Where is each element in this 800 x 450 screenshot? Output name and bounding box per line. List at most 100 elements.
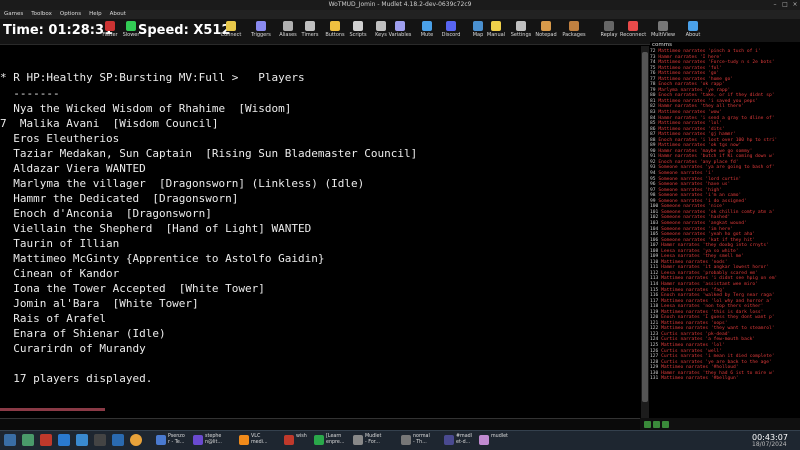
start-menu-icon[interactable]: [4, 434, 16, 446]
terminal-icon[interactable]: [94, 434, 106, 446]
toolbar-button-label: Discord: [441, 32, 461, 38]
menu-toolbox[interactable]: Toolbox: [31, 10, 52, 19]
menu-help[interactable]: Help: [89, 10, 102, 19]
taskbar-task[interactable]: #madl et-d...: [443, 432, 477, 449]
maximize-button[interactable]: □: [780, 0, 790, 10]
main-output-console: * R HP:Healthy SP:Bursting MV:Full > Pla…: [0, 46, 640, 406]
comms-line-text: Someone narrates 'lord curtin': [658, 176, 742, 182]
app-icon[interactable]: [40, 434, 52, 446]
output-line: Enara of Shienar (Idle): [0, 327, 166, 340]
toolbar-manual-button[interactable]: Manual: [483, 20, 509, 44]
comms-line-number: 108: [650, 248, 659, 254]
app-icon[interactable]: [58, 434, 70, 446]
comms-line-number: 75: [650, 65, 656, 71]
comms-line-text: Mattimeo narrates 'i didnt see hpig on e…: [661, 276, 778, 282]
minimize-button[interactable]: –: [770, 0, 780, 10]
app-icon[interactable]: [22, 434, 34, 446]
comms-line-text: Mattimeo narrates '#holloud': [661, 365, 739, 371]
toolbar-button-label: Variables: [388, 32, 412, 38]
menu-games[interactable]: Games: [4, 10, 23, 19]
toolbar-about-button[interactable]: About: [680, 20, 706, 44]
taskbar-task[interactable]: mudlet: [478, 432, 512, 449]
task-app-icon: [401, 435, 411, 445]
task-app-icon: [284, 435, 294, 445]
toolbar-settings-button[interactable]: Settings: [508, 20, 534, 44]
app-icon[interactable]: [130, 434, 142, 446]
comms-line-number: 103: [650, 220, 659, 226]
comms-line-number: 111: [650, 265, 659, 271]
comms-line-text: Hammr narrates 'I here': [658, 54, 722, 60]
comms-line-number: 109: [650, 254, 659, 260]
comms-line-number: 113: [650, 276, 659, 282]
output-line: Iona the Tower Accepted [White Tower]: [0, 282, 265, 295]
toolbar-timers-button[interactable]: Timers: [297, 20, 323, 44]
scrollbar-thumb[interactable]: [642, 52, 648, 402]
comms-line-text: Someone narrates 'angkat wound': [661, 220, 747, 226]
comms-line-text: Someone narrates 'yeah ho got aha': [661, 232, 756, 238]
taskbar-task[interactable]: Mudlet - For...: [352, 432, 386, 449]
toolbar-multiview-button[interactable]: MultiView: [650, 20, 676, 44]
menu-bar: Games Toolbox Options Help About: [0, 10, 800, 19]
app-icon[interactable]: [112, 434, 124, 446]
comms-line-number: 106: [650, 237, 659, 243]
toolbar-discord-button[interactable]: Discord: [438, 20, 464, 44]
comms-line-text: Mattimeo narrates 'lol': [661, 342, 725, 348]
toolbar-variables-button[interactable]: Variables: [387, 20, 413, 44]
task-label: #madl et-d...: [456, 434, 473, 445]
taskbar-task[interactable]: VLC medi...: [238, 432, 272, 449]
comms-line-text: Leesa narrates 'they smell me': [661, 254, 745, 260]
console-scrollbar[interactable]: [641, 46, 649, 418]
comms-line-text: Mattimeo narrates 'home go': [658, 76, 734, 82]
comms-line-text: Someone narrates 'i'm an camo': [658, 193, 742, 199]
taskbar-task[interactable]: stephe n@lit...: [192, 432, 226, 449]
taskbar-task[interactable]: Psenzo r - Te...: [155, 432, 189, 449]
comms-line-text: Hammr narrates 'i send a gray to dline o…: [658, 115, 775, 121]
menu-options[interactable]: Options: [60, 10, 81, 19]
comms-line-text: Hammr narrates 'they all there': [658, 104, 745, 110]
comms-line-text: Curtis narrates 'a few-mouth back': [661, 337, 756, 343]
taskbar-task[interactable]: normal - Th...: [400, 432, 434, 449]
toolbar-triggers-button[interactable]: Triggers: [248, 20, 274, 44]
comms-line-number: 84: [650, 115, 656, 121]
comms-line-text: Curtis narrates 'i mean it died complete…: [661, 354, 775, 360]
comms-line-text: Enoch narrates 'walked by Terg near raga…: [661, 293, 775, 299]
comms-line-text: Enoch narrates 'ok rapp': [658, 82, 725, 88]
task-app-icon: [479, 435, 489, 445]
toolbar-mute-button[interactable]: Mute: [414, 20, 440, 44]
comms-line-text: Someone narrates 'i': [658, 171, 714, 177]
toolbar-packages-button[interactable]: Packages: [561, 20, 587, 44]
toolbar-notepad-button[interactable]: Notepad: [533, 20, 559, 44]
play-icon[interactable]: [653, 420, 660, 428]
output-line: Cinean of Kandor: [0, 267, 120, 280]
toolbar-slower-button[interactable]: Slower: [118, 20, 144, 44]
comms-line-number: 97: [650, 187, 656, 193]
output-line: Aldazar Viera WANTED: [0, 162, 146, 175]
toolbar-reconnect-button[interactable]: Reconnect: [620, 20, 646, 44]
comms-line-text: Mattimeo narrates 'lol': [658, 121, 722, 127]
toolbar-connect-button[interactable]: Connect: [218, 20, 244, 44]
task-app-icon: [314, 435, 324, 445]
close-window-button[interactable]: ×: [790, 0, 800, 10]
comms-line-number: 77: [650, 76, 656, 82]
replay-icon: [604, 21, 614, 31]
timers-icon: [305, 21, 315, 31]
app-icon[interactable]: [76, 434, 88, 446]
output-line: Nya the Wicked Wisdom of Rhahime [Wisdom…: [0, 102, 292, 115]
comms-line-number: 93: [650, 165, 656, 171]
play-icon[interactable]: [662, 420, 669, 428]
output-line: Rais of Arafel: [0, 312, 106, 325]
taskbar-task[interactable]: wish: [283, 432, 317, 449]
output-line: Curarirdn of Murandy: [0, 342, 146, 355]
play-icon[interactable]: [644, 420, 651, 428]
toolbar-replay-button[interactable]: Replay: [596, 20, 622, 44]
comms-line-text: Mattimeo narrates 'fol': [658, 65, 722, 71]
comms-line-number: 122: [650, 326, 659, 332]
comms-line-text: Mattimeo narrates 'pinch a tuch of i': [658, 49, 761, 54]
comms-line-number: 120: [650, 315, 659, 321]
comms-line-number: 100: [650, 204, 659, 210]
taskbar-task[interactable]: [Learn enpre...: [313, 432, 347, 449]
comms-title: comms: [652, 42, 672, 48]
command-input[interactable]: [0, 418, 640, 430]
comms-line-number: 91: [650, 154, 656, 160]
menu-about[interactable]: About: [110, 10, 126, 19]
